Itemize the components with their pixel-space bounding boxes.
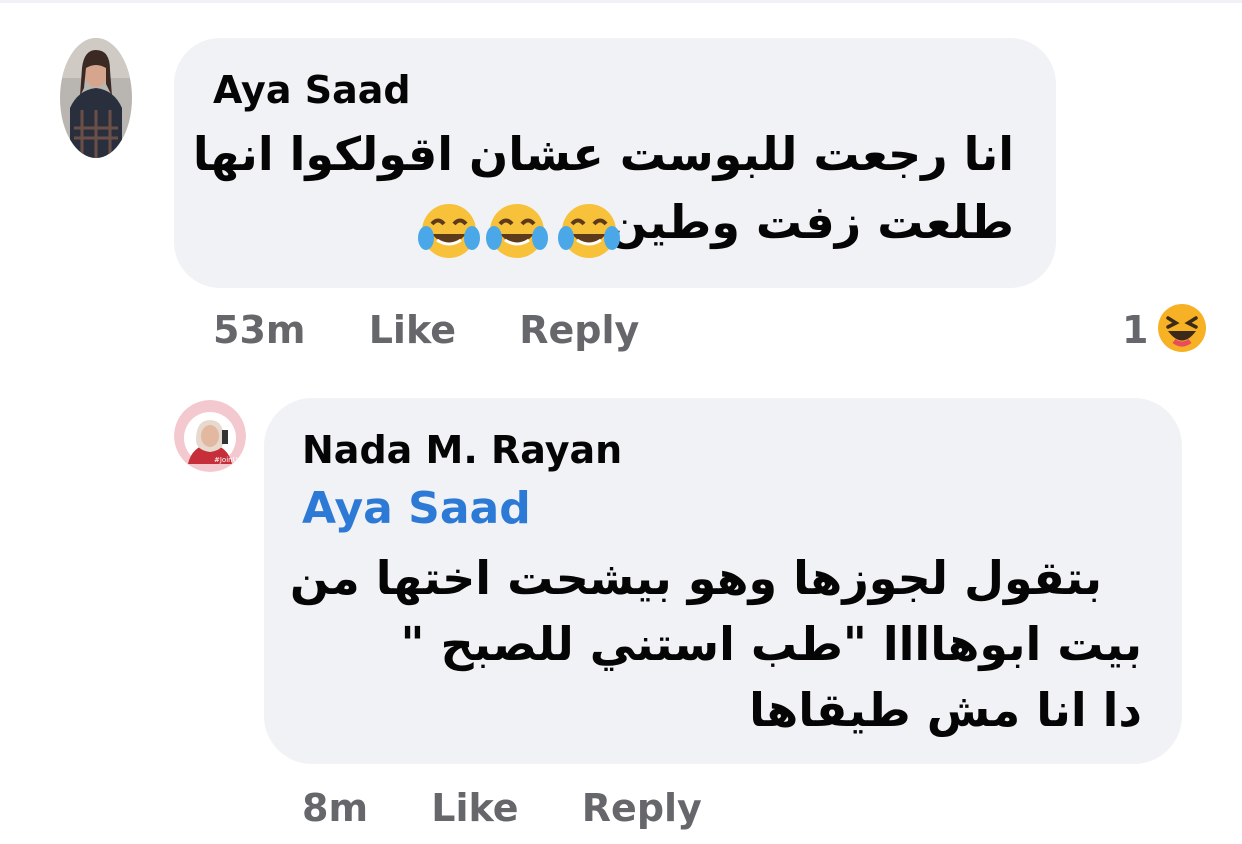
reaction-count[interactable]: 1: [1122, 308, 1148, 352]
comment-text-line: انا رجعت للبوست عشان اقولكوا انها: [192, 127, 1014, 181]
reply-reply-button[interactable]: Reply: [582, 786, 702, 830]
reply-author-name[interactable]: Nada M. Rayan: [302, 428, 622, 472]
face-with-tears-of-joy-icon: [486, 204, 548, 258]
reply-text-line: بيت ابوهاااا "طب استني للصبح ": [400, 617, 1142, 671]
svg-text:#JoinU: #JoinU: [214, 456, 238, 464]
comment-timestamp[interactable]: 53m: [213, 308, 305, 352]
top-divider: [0, 0, 1242, 3]
reply-text-line: بتقول لجوزها وهو بيشحت اختها من: [289, 551, 1102, 605]
reply-text-line: دا انا مش طيقاها: [749, 683, 1142, 737]
comment-text-line: طلعت زفت وطين: [607, 195, 1014, 249]
reply-mention-link[interactable]: Aya Saad: [302, 484, 531, 534]
reply-like-button[interactable]: Like: [431, 786, 518, 830]
reply-text: بتقول لجوزها وهو بيشحت اختها من بيت ابوه…: [264, 548, 1142, 748]
nada-rayan-avatar[interactable]: #JoinU: [174, 400, 246, 472]
face-with-tears-of-joy-icon: [418, 204, 480, 258]
comment-reply-button[interactable]: Reply: [519, 308, 639, 352]
aya-saad-avatar[interactable]: [60, 38, 132, 158]
comment-like-button[interactable]: Like: [369, 308, 456, 352]
reply-actions: 8m Like Reply: [302, 786, 702, 830]
reply-bubble: Nada M. Rayan Aya Saad بتقول لجوزها وهو …: [264, 398, 1182, 764]
laughing-face-icon[interactable]: [1156, 302, 1208, 354]
face-with-tears-of-joy-icon: [558, 204, 620, 258]
comment-bubble: Aya Saad انا رجعت للبوست عشان اقولكوا ان…: [174, 38, 1056, 288]
comment-author-name[interactable]: Aya Saad: [213, 68, 411, 112]
comment-actions: 53m Like Reply: [213, 308, 639, 352]
comment-emoji-row: [418, 202, 620, 260]
reply-timestamp[interactable]: 8m: [302, 786, 368, 830]
